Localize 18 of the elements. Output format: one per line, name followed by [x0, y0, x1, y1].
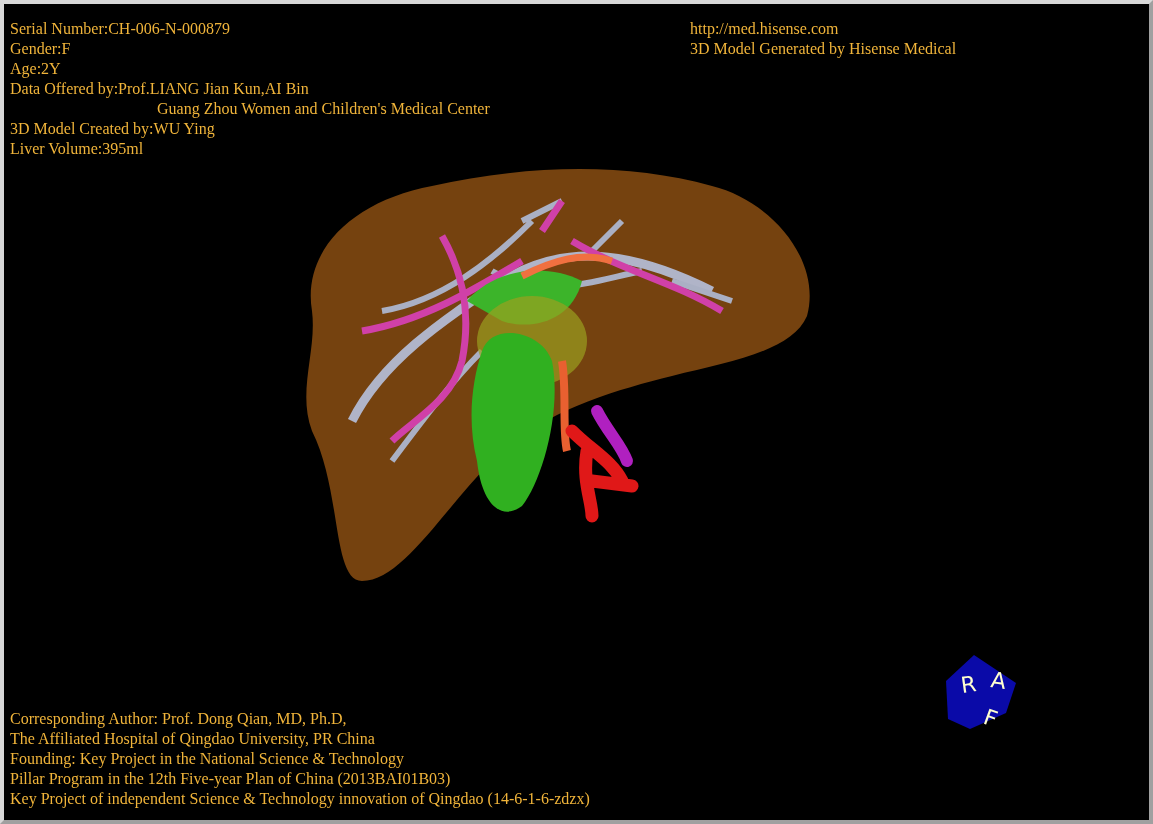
info-text: Data Offered by:Prof.LIANG Jian Kun,AI Bin [10, 79, 309, 99]
info-text: 3D Model Created by:WU Ying [10, 119, 215, 139]
orientation-cube[interactable]: R A F [944, 653, 1018, 729]
info-text: Guang Zhou Women and Children's Medical Center [157, 99, 490, 119]
axis-label: R [959, 671, 978, 698]
info-text: Gender:F [10, 39, 71, 59]
credit-text: Pillar Program in the 12th Five-year Plan of China (2013BAI01B03) [10, 769, 451, 789]
info-text: Age:2Y [10, 59, 61, 79]
credit-text: Key Project of independent Science & Technology innovation of Qingdao (14-6-1-6-zdzx) [10, 789, 590, 809]
info-text: 3D Model Generated by Hisense Medical [690, 39, 957, 59]
info-text: Liver Volume:395ml [10, 139, 144, 159]
info-text: Serial Number:CH-006-N-000879 [10, 19, 230, 39]
axis-label: A [989, 667, 1008, 695]
credit-text: Corresponding Author: Prof. Dong Qian, MD, Ph.D, [10, 709, 347, 729]
axis-label: F [980, 704, 1001, 729]
credit-text: The Affiliated Hospital of Qingdao University, PR China [10, 729, 375, 749]
credit-text: Founding: Key Project in the National Science & Technology [10, 749, 405, 769]
info-text: http://med.hisense.com [690, 19, 839, 39]
